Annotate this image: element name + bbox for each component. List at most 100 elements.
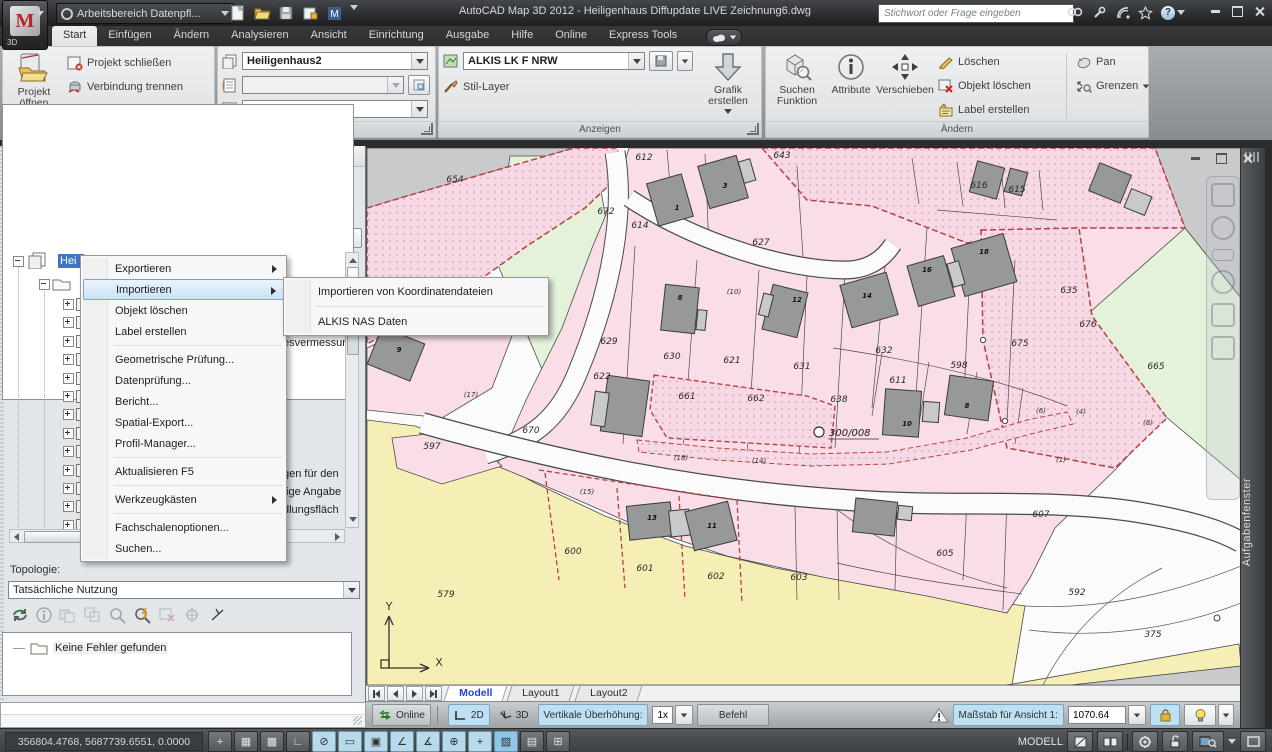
unlock-icon[interactable] [1162,731,1188,752]
osnap-toggle[interactable]: ▭ [338,731,362,752]
ribbon-tab-analysieren[interactable]: Analysieren [220,26,299,46]
workspace-dropdown[interactable]: Arbeitsbereich Datenpfl... [56,3,234,24]
ribbon-tab-hilfe[interactable]: Hilfe [500,26,544,46]
disconnect-button[interactable]: Verbindung trennen [67,77,183,97]
pan-tool-icon[interactable] [1212,249,1234,261]
search-feature-button[interactable]: Suchen Funktion [770,50,824,122]
close-project-button[interactable]: Projekt schließen [67,53,171,73]
zoom-error-icon[interactable] [133,606,153,624]
style-layer-button[interactable]: Stil-Layer [443,77,509,97]
prev-tab-button[interactable] [387,686,404,701]
context-menu-item-bericht[interactable]: Bericht... [83,391,284,412]
context-menu-item-exportieren[interactable]: Exportieren [83,258,284,279]
context-menu-item-aktualisieren-f5[interactable]: Aktualisieren F5 [83,461,284,482]
lineweight-toggle[interactable]: + [468,731,492,752]
info-gray-icon[interactable] [35,606,53,624]
tree-node-expander[interactable] [63,483,74,494]
polar-toggle[interactable]: ⊘ [312,731,336,752]
tree-node-expander[interactable] [63,299,74,310]
no-errors-item[interactable]: Keine Fehler gefunden [13,641,168,655]
layout-icon[interactable] [1067,731,1093,752]
move-button[interactable]: Verschieben [878,50,932,122]
target-gray-icon[interactable] [183,606,203,624]
otrack-toggle[interactable]: ∠ [390,731,414,752]
error-list-box[interactable]: Keine Fehler gefunden [2,632,352,696]
map-tool-button[interactable]: M [324,4,344,22]
save-button[interactable] [276,4,296,22]
viewport-close-button[interactable] [1238,151,1256,166]
dyn-input-toggle[interactable]: ⊕ [442,731,466,752]
feature-class-dropdown[interactable] [242,76,404,94]
view-scale-caret[interactable] [1128,705,1146,725]
display-dialog-launcher[interactable] [747,123,759,135]
ribbon-tab-start[interactable]: Start [52,26,97,46]
task-panel-collapsed[interactable]: Aufgabenfenster [1240,148,1265,728]
resize-grip-icon[interactable] [353,716,362,725]
layout-tab-layout1[interactable]: Layout1 [506,685,575,702]
style-dropdown[interactable]: ALKIS LK F NRW [463,52,645,70]
attributes-button[interactable]: Attribute [824,50,878,122]
limits-button[interactable]: Grenzen [1076,76,1150,96]
lighting-caret[interactable] [1218,704,1234,726]
ribbon-tab-online[interactable]: Online [544,26,598,46]
clean-screen-button[interactable] [1240,731,1266,752]
dyn-ucs-toggle[interactable]: ∡ [416,731,440,752]
restore-button[interactable] [1228,4,1246,19]
create-graphic-button[interactable]: Grafik erstellen [701,50,755,122]
context-menu-item-importieren[interactable]: Importieren [83,279,284,300]
task-panel-label[interactable]: Aufgabenfenster [1241,478,1265,566]
tree-node-expander[interactable] [63,391,74,402]
ribbon-tab-einfügen[interactable]: Einfügen [97,26,162,46]
tree-node-expander[interactable] [63,446,74,457]
new-file-button[interactable] [228,4,248,22]
context-menu-item-objekt-löschen[interactable]: Objekt löschen [83,300,284,321]
transparency-toggle[interactable]: ▨ [494,731,518,752]
quickprops-toggle[interactable]: ▤ [520,731,544,752]
tree-node-expander[interactable] [63,501,74,512]
communication-center-icon[interactable] [1112,3,1134,22]
orbit-tool-icon[interactable] [1211,303,1235,327]
online-cloud-button[interactable] [706,29,742,46]
tree-node-expander[interactable] [63,428,74,439]
context-menu-item-geometrische-prüfung[interactable]: Geometrische Prüfung... [83,349,284,370]
ribbon-tab-ansicht[interactable]: Ansicht [300,26,358,46]
viewport-restore-button[interactable] [1212,151,1230,166]
command-line-palette[interactable] [0,702,366,728]
tree-node-expander[interactable] [63,409,74,420]
first-tab-button[interactable] [368,686,385,701]
overlap-cubes-icon[interactable] [58,606,78,624]
search-icon[interactable] [1064,3,1086,22]
delete-gray-icon[interactable] [158,606,178,624]
submenu-item-importieren-von-koordinatendateien[interactable]: Importieren von Koordinatendateien [286,280,546,303]
ortho-toggle[interactable]: ∟ [286,731,310,752]
snap-toggle[interactable]: + [208,731,232,752]
3d-mode-toggle[interactable]: 3D [494,705,534,725]
open-file-button[interactable] [252,4,272,22]
cross-icon[interactable] [208,606,228,624]
context-menu-item-suchen[interactable]: Suchen... [83,538,284,559]
zoom-gray-icon[interactable] [108,606,128,624]
ribbon-tab-ausgabe[interactable]: Ausgabe [435,26,500,46]
status-menu-caret-icon[interactable] [1228,739,1236,744]
vertical-exaggeration-caret[interactable] [675,705,693,725]
layout-tab-modell[interactable]: Modell [443,685,508,702]
submenu-item-alkis-nas-daten[interactable]: ALKIS NAS Daten [286,310,546,333]
viewport-minimize-button[interactable] [1186,151,1204,166]
delete-object-button[interactable]: Objekt löschen [938,76,1031,96]
minimize-button[interactable] [1206,4,1224,19]
showmotion-icon[interactable] [1211,336,1235,360]
vertical-exaggeration-value[interactable]: 1x [652,706,673,724]
context-menu-item-label-erstellen[interactable]: Label erstellen [83,321,284,342]
last-tab-button[interactable] [425,686,442,701]
modell-button[interactable]: MODELL [1018,736,1063,748]
cubes-icon[interactable] [83,606,103,624]
subscription-wrench-icon[interactable] [1088,3,1110,22]
project-dropdown[interactable]: Heiligenhaus2 [242,52,428,70]
lighting-button[interactable] [1184,704,1216,726]
plot-button[interactable] [300,4,320,22]
grid-toggle[interactable]: ▩ [260,731,284,752]
context-menu-item-fachschalenoptionen[interactable]: Fachschalenoptionen... [83,517,284,538]
ribbon-tab-einrichtung[interactable]: Einrichtung [358,26,435,46]
search-input[interactable]: Stichwort oder Frage eingeben [878,4,1074,23]
steering-wheel-icon[interactable] [1211,216,1235,240]
